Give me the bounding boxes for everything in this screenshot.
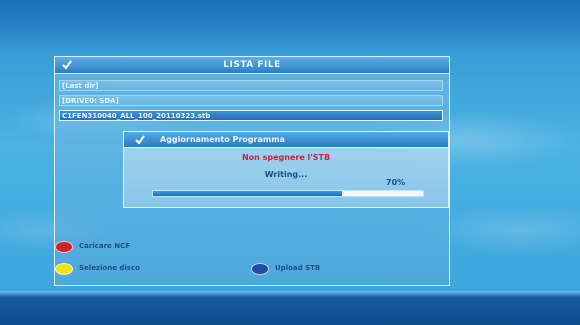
legend-red-label: Caricare NCF (79, 242, 130, 250)
file-row-drive[interactable]: [DRIVE0: SDA] (59, 95, 443, 106)
warning-message: Non spegnere l'STB (241, 153, 331, 162)
blue-button-icon (251, 263, 269, 275)
legend-yellow-label: Selezione disco (79, 264, 140, 272)
tv-screen: LISTA FILE [Last dir] [DRIVE0: SDA] C1FE… (0, 0, 580, 325)
legend-blue-label: Upload STB (275, 264, 321, 272)
check-icon (135, 135, 145, 145)
panel-header: LISTA FILE (55, 57, 449, 74)
progress-bar-fill (153, 191, 342, 196)
dialog-header: Aggiornamento Programma (124, 132, 448, 148)
update-dialog: Aggiornamento Programma Non spegnere l'S… (123, 131, 449, 208)
bottom-band (0, 291, 580, 325)
file-row-firmware-selected[interactable]: C1FEN310040_ALL_100_20110323.stb (59, 110, 443, 121)
dialog-title: Aggiornamento Programma (160, 135, 285, 144)
progress-bar (152, 190, 424, 197)
top-band (0, 0, 580, 52)
red-button-icon (55, 241, 73, 253)
panel-title: LISTA FILE (223, 60, 281, 70)
progress-percent: 70% (386, 178, 406, 187)
yellow-button-icon (55, 263, 73, 275)
file-row-last-dir[interactable]: [Last dir] (59, 80, 443, 91)
